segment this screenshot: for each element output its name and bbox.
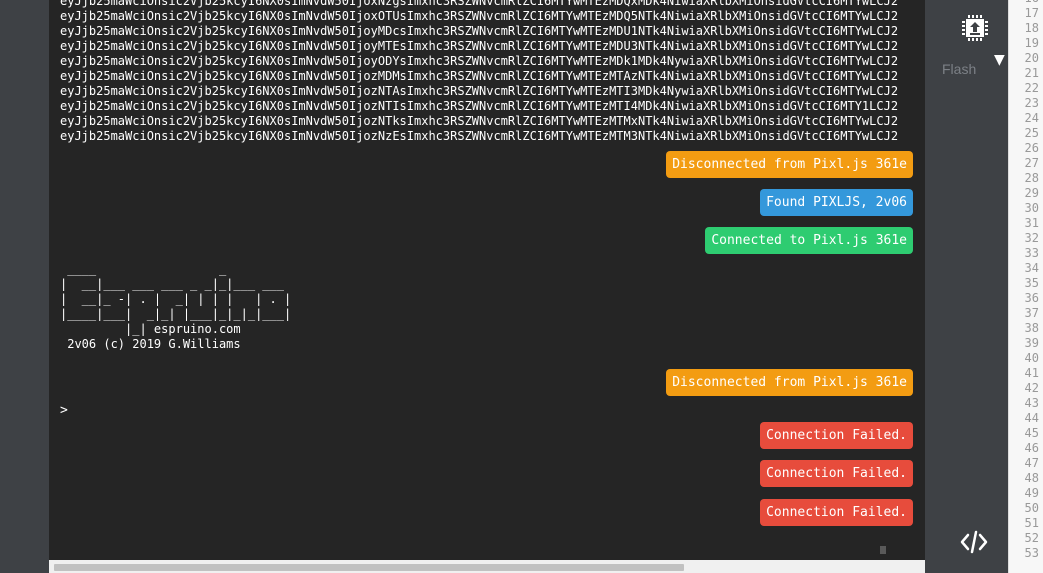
line-number: 53 [1024,546,1039,560]
line-number: 25 [1024,126,1039,140]
line-number: 43 [1024,396,1039,410]
line-number: 34 [1024,261,1039,275]
line-number: 44 [1024,411,1039,425]
flash-button[interactable]: Flash ▼ [942,10,1008,77]
line-number: 51 [1024,516,1039,530]
horizontal-scrollbar[interactable] [49,560,925,573]
banner-art: ____ _ | __|___ ___ ___ _ _|_|___ ___ | … [60,262,292,336]
chip-upload-icon [962,15,988,41]
notice-connection-failed: Connection Failed. [760,422,913,449]
line-number: 45 [1024,426,1039,440]
splitter[interactable] [925,0,940,573]
notice-disconnected: Disconnected from Pixl.js 361e [666,151,913,178]
line-number: 22 [1024,81,1039,95]
left-sidebar [0,0,49,573]
line-number: 19 [1024,36,1039,50]
side-toolbar: Flash ▼ [940,0,1008,573]
log-line: eyJjb25maWciOnsic2Vjb25kcyI6NX0sImNvdW50… [60,54,899,68]
line-number: 23 [1024,96,1039,110]
line-number: 21 [1024,66,1039,80]
line-number: 27 [1024,156,1039,170]
log-line: eyJjb25maWciOnsic2Vjb25kcyI6NX0sImNvdW50… [60,129,899,143]
line-number: 49 [1024,486,1039,500]
line-number: 33 [1024,246,1039,260]
horizontal-scrollbar-thumb[interactable] [54,564,684,571]
line-number: 30 [1024,201,1039,215]
terminal[interactable]: eyJjb25maWciOnsic2Vjb25kcyI6NX0sImNvdW50… [49,0,925,573]
line-number: 36 [1024,291,1039,305]
line-number: 47 [1024,456,1039,470]
chevron-down-icon[interactable]: ▼ [994,52,1005,68]
log-line: eyJjb25maWciOnsic2Vjb25kcyI6NX0sImNvdW50… [60,39,899,53]
line-number: 38 [1024,321,1039,335]
log-line: eyJjb25maWciOnsic2Vjb25kcyI6NX0sImNvdW50… [60,0,899,8]
notice-disconnected: Disconnected from Pixl.js 361e [666,369,913,396]
line-number: 41 [1024,366,1039,380]
log-line: eyJjb25maWciOnsic2Vjb25kcyI6NX0sImNvdW50… [60,99,899,113]
resize-grip[interactable] [880,546,886,554]
notice-connected: Connected to Pixl.js 361e [705,227,913,254]
line-number: 32 [1024,231,1039,245]
line-number: 28 [1024,171,1039,185]
log-line: eyJjb25maWciOnsic2Vjb25kcyI6NX0sImNvdW50… [60,84,899,98]
line-number: 37 [1024,306,1039,320]
editor-gutter: 1617181920212223242526272829303132333435… [1008,0,1043,573]
line-number: 29 [1024,186,1039,200]
log-line: eyJjb25maWciOnsic2Vjb25kcyI6NX0sImNvdW50… [60,24,899,38]
flash-label: Flash [942,61,977,77]
line-number: 31 [1024,216,1039,230]
line-numbers: 1617181920212223242526272829303132333435… [1011,0,1039,561]
log-line: eyJjb25maWciOnsic2Vjb25kcyI6NX0sImNvdW50… [60,69,899,83]
espruino-banner: ____ _ | __|___ ___ ___ _ _|_|___ ___ | … [60,262,291,352]
log-line: eyJjb25maWciOnsic2Vjb25kcyI6NX0sImNvdW50… [60,9,899,23]
line-number: 50 [1024,501,1039,515]
log-line: eyJjb25maWciOnsic2Vjb25kcyI6NX0sImNvdW50… [60,114,899,128]
line-number: 17 [1024,6,1039,20]
line-number: 40 [1024,351,1039,365]
banner-version: 2v06 (c) 2019 G.Williams [60,337,241,351]
line-number: 46 [1024,441,1039,455]
line-number: 35 [1024,276,1039,290]
line-number: 18 [1024,21,1039,35]
line-number: 20 [1024,51,1039,65]
line-number: 42 [1024,381,1039,395]
code-icon[interactable] [960,529,988,555]
notice-connection-failed: Connection Failed. [760,499,913,526]
line-number: 52 [1024,531,1039,545]
line-number: 26 [1024,141,1039,155]
line-number: 24 [1024,111,1039,125]
console-prompt[interactable]: > [60,403,68,418]
log-output: eyJjb25maWciOnsic2Vjb25kcyI6NX0sImNvdW50… [60,0,925,144]
line-number: 39 [1024,336,1039,350]
line-number: 48 [1024,471,1039,485]
notice-found-device: Found PIXLJS, 2v06 [760,189,913,216]
notice-connection-failed: Connection Failed. [760,460,913,487]
